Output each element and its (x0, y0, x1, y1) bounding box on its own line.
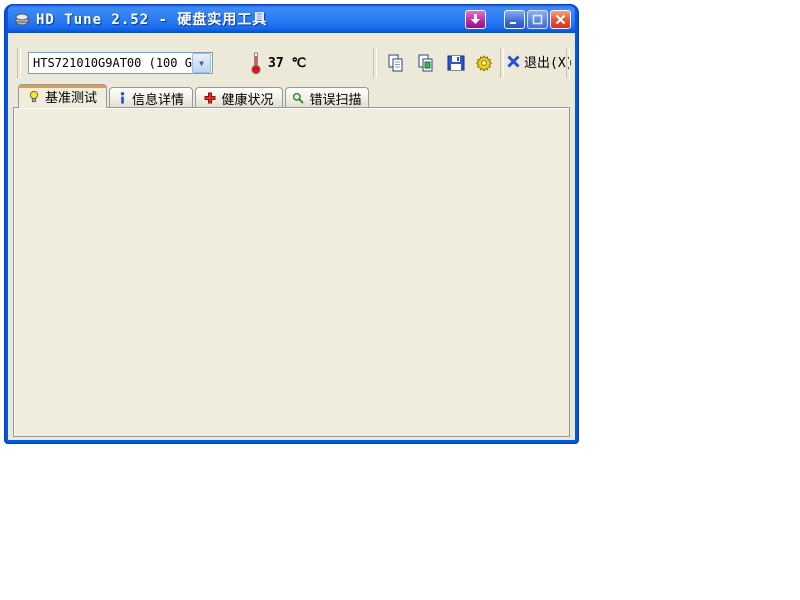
info-icon (118, 92, 127, 104)
minimize-button[interactable] (504, 10, 525, 29)
down-arrow-icon (470, 14, 481, 25)
chevron-down-icon[interactable]: ▼ (192, 53, 211, 73)
tab-label: 信息详情 (132, 89, 184, 108)
exit-x-icon (506, 54, 521, 69)
toolbar-separator (566, 48, 570, 78)
maximize-icon (532, 14, 543, 25)
save-button[interactable] (443, 50, 469, 76)
close-button[interactable] (550, 10, 571, 29)
tab-info[interactable]: 信息详情 (109, 87, 193, 108)
window-controls (465, 10, 571, 29)
tab-label: 基准测试 (45, 87, 97, 106)
toolbar-separator (17, 48, 21, 78)
app-icon (14, 11, 30, 27)
benchmark-panel (13, 107, 570, 437)
drive-select-value: HTS721010G9AT00 (100 GB) (29, 56, 192, 70)
copy-image-icon (416, 53, 436, 73)
copy-image-button[interactable] (413, 50, 439, 76)
tab-benchmark[interactable]: 基准测试 (18, 84, 107, 108)
hdtune-window: HD Tune 2.52 - 硬盘实用工具 (5, 5, 578, 443)
exit-button[interactable]: 退出(X) (506, 52, 573, 71)
options-gear-icon (474, 53, 494, 73)
temperature-value: 37 ℃ (268, 56, 306, 71)
bulb-icon (28, 90, 40, 103)
tab-health[interactable]: 健康状况 (195, 87, 283, 108)
temperature: 37 ℃ (250, 51, 306, 75)
toolbar-separator (373, 48, 377, 78)
options-button[interactable] (471, 50, 497, 76)
title-bar[interactable]: HD Tune 2.52 - 硬盘实用工具 (8, 5, 575, 33)
tab-label: 健康状况 (221, 89, 273, 108)
health-cross-icon (204, 92, 216, 104)
copy-icon (386, 53, 406, 73)
drive-select[interactable]: HTS721010G9AT00 (100 GB) ▼ (28, 52, 213, 74)
close-icon (555, 14, 566, 25)
window-title: HD Tune 2.52 - 硬盘实用工具 (36, 9, 267, 29)
tab-error-scan[interactable]: 错误扫描 (285, 87, 369, 108)
magnifier-icon (292, 92, 304, 104)
maximize-button[interactable] (527, 10, 548, 29)
client-area: HTS721010G9AT00 (100 GB) ▼ 37 ℃ (8, 33, 575, 440)
toolbar-separator (500, 48, 504, 78)
download-button[interactable] (465, 10, 486, 29)
minimize-icon (509, 14, 520, 25)
thermometer-icon (250, 51, 262, 75)
tab-label: 错误扫描 (309, 89, 361, 108)
copy-text-button[interactable] (383, 50, 409, 76)
save-floppy-icon (446, 53, 466, 73)
